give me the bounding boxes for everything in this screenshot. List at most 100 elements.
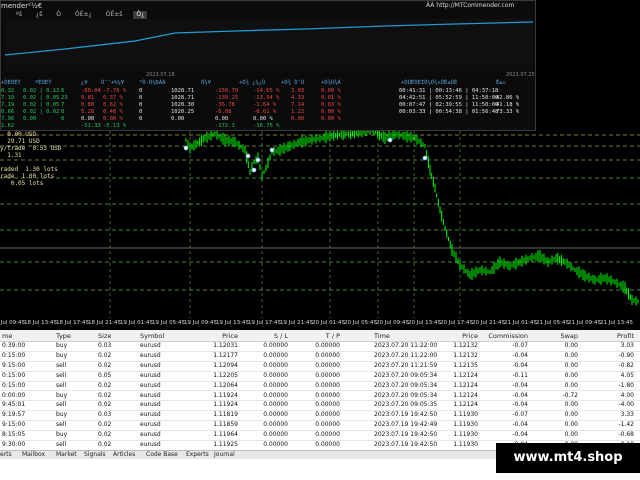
table-cell: 1.12205	[213, 371, 238, 379]
column-header[interactable]: Swap	[538, 332, 578, 340]
time-tick: 18 Jul 21:45	[88, 320, 121, 326]
column-header[interactable]: Size	[98, 332, 111, 340]
time-tick: 19 Jul 01:45	[120, 320, 153, 326]
table-cell: 0.05	[98, 371, 112, 379]
table-cell: sell	[56, 361, 67, 369]
trade-history-table[interactable]: me Type Size Symbol Price S / L T / P Time Price…	[0, 330, 640, 451]
commander-stats-panel[interactable]: mender²½€ ÂÀ http://MTCommender.com ºš ¿…	[0, 0, 536, 131]
stats-cell: 0	[139, 109, 143, 115]
table-cell: 1.11930	[453, 431, 478, 439]
table-cell: 1.11924	[213, 401, 238, 409]
tab-experts[interactable]: Experts	[186, 451, 209, 458]
table-cell: 9:45:01	[2, 401, 26, 409]
table-cell: 0.02	[98, 361, 112, 369]
account-info-box: 0.00 USD 29.71 USD y/trade 0.53 USD 1.31…	[0, 131, 120, 191]
stats-cell: 0.03 %	[321, 102, 341, 108]
stats-cell: 0.02 | 0.05	[23, 102, 60, 108]
table-cell: -0.72	[562, 391, 578, 399]
tab-journal[interactable]: Journal	[214, 451, 235, 458]
time-tick: 19 Jul 21:45	[280, 320, 313, 326]
stats-cell: 0.00 %	[103, 116, 123, 122]
table-cell: eurusd	[140, 421, 161, 429]
table-cell: 0.00000	[315, 431, 340, 439]
stats-header: ºÈÒÉÝ	[35, 80, 52, 86]
time-tick: 19 Jul 09:45	[0, 320, 25, 326]
stats-cell: 0	[139, 116, 143, 122]
table-cell: 1.11924	[213, 391, 238, 399]
time-tick: 18 Jul 17:45	[56, 320, 89, 326]
stats-header: +Ò¾ ¿¼¿Ù	[239, 80, 266, 86]
table-cell: 0:15:00	[2, 381, 26, 389]
table-cell: 1.11964	[213, 431, 238, 439]
table-cell: -0.68	[618, 431, 634, 439]
stats-cell: 0.48 %	[103, 109, 123, 115]
column-header[interactable]: S / L	[248, 332, 288, 340]
column-header[interactable]: Profit	[596, 332, 634, 340]
table-cell: 0.03	[98, 411, 112, 419]
trade-marker-icon[interactable]	[387, 137, 393, 143]
stats-header: +ÒÙÈÒÉÍÒ¼Ò¾¤ÓÊ±ÓÈ	[401, 80, 458, 86]
stats-cell: 04:42:51 | 05:52:59 | 11:50:00	[399, 95, 499, 101]
column-header[interactable]: Type	[56, 332, 71, 340]
tab-market[interactable]: Market	[56, 451, 77, 458]
table-cell: 4.00	[620, 391, 634, 399]
panel-url-link[interactable]: ÂÀ http://MTCommender.com	[426, 2, 514, 9]
tab-signals[interactable]: Signals	[84, 451, 106, 458]
stats-cell: 0.02 | 0.05	[23, 95, 60, 101]
trade-marker-icon[interactable]	[251, 167, 257, 173]
stats-cell: 0.00	[291, 116, 305, 122]
table-cell: 0.00000	[263, 401, 288, 409]
stats-cell: 8	[61, 109, 65, 115]
trade-marker-icon[interactable]	[269, 147, 275, 153]
trade-marker-icon[interactable]	[245, 153, 251, 159]
table-cell: -0.04	[512, 351, 528, 359]
column-header[interactable]: Price	[198, 332, 238, 340]
table-cell: -4.00	[618, 401, 634, 409]
stats-cell: 6	[61, 88, 65, 94]
table-cell: 0.00000	[263, 441, 288, 448]
column-header[interactable]: Symbol	[140, 332, 164, 340]
table-cell: 1.12132	[453, 351, 478, 359]
tab-articles[interactable]: Articles	[113, 451, 135, 458]
table-cell: 0.00	[564, 381, 578, 389]
trade-marker-icon[interactable]	[183, 145, 189, 151]
table-cell: 0.00000	[263, 411, 288, 419]
table-cell: eurusd	[140, 351, 161, 359]
stats-cell: 7.19	[1, 102, 15, 108]
table-cell: 0.00	[564, 411, 578, 419]
watermark-logo: www.mt4.shop	[496, 443, 640, 473]
column-header[interactable]: Time	[374, 332, 390, 340]
table-cell: 0:39:00	[2, 342, 26, 349]
table-cell: 1.12132	[453, 342, 478, 349]
column-header[interactable]: me	[2, 332, 12, 340]
stats-cell: -14.65 %	[253, 88, 280, 94]
table-cell: buy	[56, 411, 68, 419]
table-cell: -0.04	[512, 401, 528, 409]
table-cell: 1.11930	[453, 411, 478, 419]
table-cell: 1.12094	[213, 361, 238, 369]
column-header[interactable]: T / P	[300, 332, 340, 340]
table-cell: 0:15:00	[2, 351, 26, 359]
stats-header: °Ò-Ò¼ÐÀÀ	[139, 80, 166, 86]
time-tick: 19 Jul 09:45	[184, 320, 217, 326]
table-cell: 0.00	[564, 371, 578, 379]
trade-marker-icon[interactable]	[422, 155, 428, 161]
table-cell: 0.00000	[315, 351, 340, 359]
stats-cell: 00:03:33 | 00:54:38 | 01:56:48	[399, 109, 499, 115]
table-cell: sell	[56, 401, 67, 409]
info-line: 1.31	[0, 152, 22, 159]
table-cell: buy	[56, 431, 68, 439]
stats-cell: 0.37 %	[103, 95, 123, 101]
column-header[interactable]: Price	[440, 332, 478, 340]
time-tick: 21 Jul 13:45	[600, 320, 633, 326]
trade-marker-icon[interactable]	[255, 157, 261, 163]
column-header[interactable]: Commission	[486, 332, 528, 340]
tab-alerts[interactable]: erts	[0, 451, 12, 458]
tab-mailbox[interactable]: Mailbox	[22, 451, 45, 458]
table-cell: -0.07	[512, 411, 528, 419]
table-cell: sell	[56, 381, 67, 389]
stats-cell: 0.00 %	[253, 116, 273, 122]
table-cell: 0.00000	[315, 342, 340, 349]
stats-cell: 1.62	[1, 123, 15, 129]
tab-code-base[interactable]: Code Base	[146, 451, 178, 458]
